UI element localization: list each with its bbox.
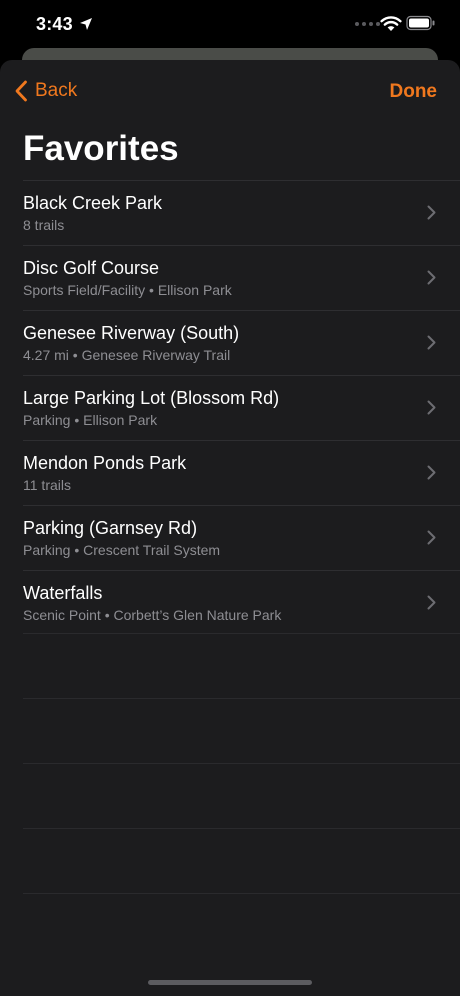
- favorites-list: Black Creek Park 8 trails Disc Golf Cour…: [0, 180, 460, 635]
- home-indicator[interactable]: [148, 980, 312, 985]
- list-item[interactable]: Mendon Ponds Park 11 trails: [23, 440, 460, 505]
- location-arrow-icon: [80, 18, 92, 30]
- list-separator: [23, 828, 460, 893]
- chevron-left-icon: [15, 80, 27, 102]
- favorites-sheet: Back Done Favorites Black Creek Park 8 t…: [0, 60, 460, 996]
- wifi-icon: [380, 16, 402, 31]
- list-separator: [23, 763, 460, 828]
- cellular-signal-icon: [355, 22, 380, 26]
- list-item[interactable]: Genesee Riverway (South) 4.27 mi • Genes…: [23, 310, 460, 375]
- chevron-right-icon: [427, 465, 436, 480]
- status-time: 3:43: [36, 14, 73, 34]
- list-item-subtitle: 11 trails: [23, 477, 71, 493]
- list-item-subtitle: Parking • Crescent Trail System: [23, 542, 221, 558]
- empty-list-area: [23, 633, 460, 958]
- chevron-right-icon: [427, 595, 436, 610]
- chevron-right-icon: [427, 335, 436, 350]
- list-separator: [23, 698, 460, 763]
- list-separator: [23, 893, 460, 958]
- list-item-title: Mendon Ponds Park: [23, 453, 187, 473]
- list-item-subtitle: 4.27 mi • Genesee Riverway Trail: [23, 347, 231, 363]
- chevron-right-icon: [427, 205, 436, 220]
- list-item-title: Parking (Garnsey Rd): [23, 518, 198, 538]
- list-item-title: Black Creek Park: [23, 193, 163, 213]
- battery-icon: [406, 15, 435, 31]
- status-bar: 3:43: [0, 0, 460, 50]
- list-item-subtitle: 8 trails: [23, 217, 65, 233]
- back-button[interactable]: Back: [14, 80, 77, 102]
- list-item[interactable]: Large Parking Lot (Blossom Rd) Parking •…: [23, 375, 460, 440]
- list-item[interactable]: Waterfalls Scenic Point • Corbett’s Glen…: [23, 570, 460, 635]
- list-item-title: Genesee Riverway (South): [23, 323, 240, 343]
- done-button[interactable]: Done: [390, 81, 438, 103]
- list-item-subtitle: Parking • Ellison Park: [23, 412, 158, 428]
- list-item-title: Large Parking Lot (Blossom Rd): [23, 388, 280, 408]
- list-item[interactable]: Black Creek Park 8 trails: [23, 180, 460, 245]
- back-button-label: Back: [35, 80, 78, 101]
- list-item-title: Waterfalls: [23, 583, 103, 603]
- list-item-subtitle: Scenic Point • Corbett’s Glen Nature Par…: [23, 607, 282, 623]
- page-title: Favorites: [23, 129, 179, 168]
- list-item[interactable]: Parking (Garnsey Rd) Parking • Crescent …: [23, 505, 460, 570]
- list-separator: [23, 633, 460, 698]
- list-item-subtitle: Sports Field/Facility • Ellison Park: [23, 282, 232, 298]
- list-item-title: Disc Golf Course: [23, 258, 160, 278]
- chevron-right-icon: [427, 400, 436, 415]
- chevron-right-icon: [427, 270, 436, 285]
- list-item[interactable]: Disc Golf Course Sports Field/Facility •…: [23, 245, 460, 310]
- chevron-right-icon: [427, 530, 436, 545]
